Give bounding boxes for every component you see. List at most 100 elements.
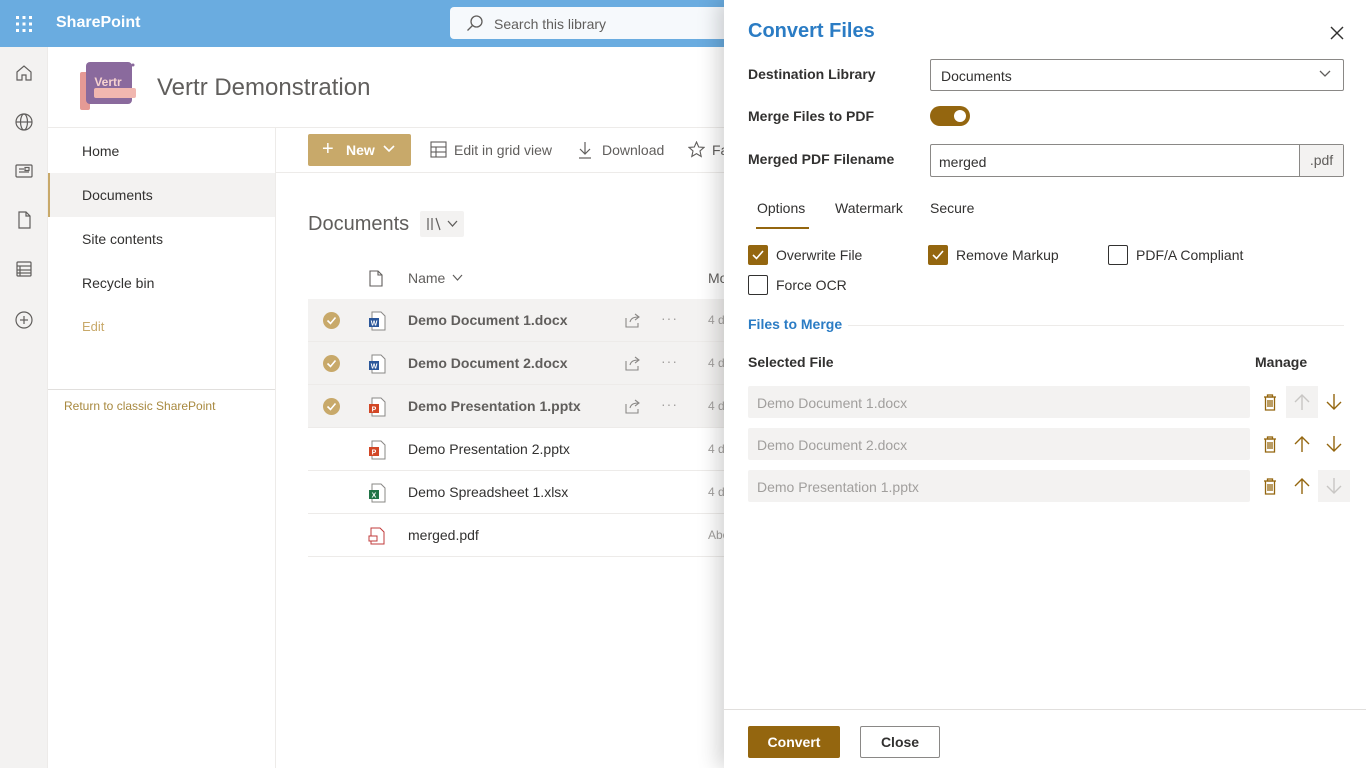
file-name[interactable]: Demo Presentation 2.pptx bbox=[408, 441, 570, 457]
arrow-up-icon[interactable] bbox=[1286, 428, 1318, 460]
filename-suffix: .pdf bbox=[1299, 145, 1343, 176]
svg-text:P: P bbox=[372, 407, 377, 414]
share-icon[interactable] bbox=[624, 355, 641, 371]
word-file-icon: W bbox=[368, 354, 386, 374]
table-row[interactable]: P Demo Presentation 1.pptx ··· 4 d bbox=[308, 385, 736, 428]
search-icon bbox=[467, 15, 483, 31]
force-ocr-label: Force OCR bbox=[776, 277, 847, 293]
command-divider bbox=[276, 172, 736, 173]
close-icon[interactable] bbox=[1328, 24, 1346, 42]
arrow-down-icon[interactable] bbox=[1318, 428, 1350, 460]
chevron-down-icon[interactable] bbox=[452, 274, 463, 282]
force-ocr-checkbox[interactable] bbox=[748, 275, 768, 295]
modified-value: 4 d bbox=[708, 442, 725, 456]
table-row[interactable]: merged.pdf Abo bbox=[308, 514, 736, 557]
merged-filename-field[interactable]: merged .pdf bbox=[930, 144, 1344, 177]
word-file-icon: W bbox=[368, 311, 386, 331]
create-icon[interactable] bbox=[14, 310, 34, 330]
nav-item-site-contents[interactable]: Site contents bbox=[48, 217, 275, 261]
delete-icon[interactable] bbox=[1254, 470, 1286, 502]
section-divider bbox=[848, 325, 1344, 326]
nav-edit-link[interactable]: Edit bbox=[48, 305, 275, 349]
table-row[interactable]: X Demo Spreadsheet 1.xlsx 4 d bbox=[308, 471, 736, 514]
manage-header: Manage bbox=[1255, 354, 1308, 370]
tab-secure[interactable]: Secure bbox=[930, 200, 974, 216]
convert-files-panel: Convert Files Destination Library Docume… bbox=[724, 0, 1366, 768]
arrow-down-icon[interactable] bbox=[1318, 386, 1350, 418]
row-checkmark-icon[interactable] bbox=[323, 312, 340, 329]
more-options-icon[interactable]: ··· bbox=[661, 353, 678, 369]
file-name[interactable]: merged.pdf bbox=[408, 527, 479, 543]
checkmark-icon bbox=[752, 250, 764, 260]
destination-library-value: Documents bbox=[941, 68, 1012, 84]
selected-file-header: Selected File bbox=[748, 354, 834, 370]
view-switcher[interactable] bbox=[420, 211, 464, 237]
delete-icon[interactable] bbox=[1254, 428, 1286, 460]
file-type-header-icon[interactable] bbox=[369, 270, 383, 287]
site-title[interactable]: Vertr Demonstration bbox=[157, 74, 370, 102]
app-launcher-icon[interactable] bbox=[0, 0, 48, 47]
return-classic-link[interactable]: Return to classic SharePoint bbox=[64, 399, 215, 413]
overwrite-file-checkbox[interactable] bbox=[748, 245, 768, 265]
download-button[interactable]: Download bbox=[578, 141, 670, 161]
table-row[interactable]: W Demo Document 2.docx ··· 4 d bbox=[308, 342, 736, 385]
site-logo-text: Vertr bbox=[94, 75, 122, 89]
share-icon[interactable] bbox=[624, 398, 641, 414]
ppt-file-icon: P bbox=[368, 397, 386, 417]
merge-file-name: Demo Document 2.docx bbox=[757, 437, 908, 453]
svg-text:X: X bbox=[372, 493, 377, 500]
home-icon[interactable] bbox=[14, 63, 34, 83]
merge-file-name: Demo Presentation 1.pptx bbox=[757, 479, 919, 495]
file-icon[interactable] bbox=[14, 210, 34, 230]
table-row[interactable]: W Demo Document 1.docx ··· 4 d bbox=[308, 299, 736, 342]
news-icon[interactable] bbox=[14, 161, 34, 181]
row-checkmark-icon[interactable] bbox=[323, 355, 340, 372]
merge-file-field: Demo Document 1.docx bbox=[748, 386, 1250, 418]
share-icon[interactable] bbox=[624, 312, 641, 328]
close-button[interactable]: Close bbox=[860, 726, 940, 758]
more-options-icon[interactable]: ··· bbox=[661, 310, 678, 326]
nav-item-documents[interactable]: Documents bbox=[48, 173, 275, 217]
brand-name[interactable]: SharePoint bbox=[56, 14, 140, 32]
tab-options[interactable]: Options bbox=[757, 200, 805, 216]
edit-grid-view-button[interactable]: Edit in grid view bbox=[430, 141, 560, 161]
new-button[interactable]: + New bbox=[308, 134, 411, 166]
search-box[interactable]: Search this library bbox=[450, 7, 750, 39]
footer-divider bbox=[724, 709, 1366, 710]
pdfa-compliant-checkbox[interactable] bbox=[1108, 245, 1128, 265]
svg-text:P: P bbox=[372, 450, 377, 457]
merge-files-toggle[interactable] bbox=[930, 106, 970, 126]
file-name[interactable]: Demo Document 1.docx bbox=[408, 312, 567, 328]
svg-text:W: W bbox=[371, 321, 378, 328]
app-bar bbox=[0, 47, 48, 768]
site-logo[interactable]: Vertr bbox=[80, 62, 136, 112]
chevron-down-icon bbox=[383, 145, 395, 153]
file-name[interactable]: Demo Document 2.docx bbox=[408, 355, 567, 371]
list-icon[interactable] bbox=[14, 259, 34, 279]
arrow-up-icon[interactable] bbox=[1286, 386, 1318, 418]
more-options-icon[interactable]: ··· bbox=[661, 396, 678, 412]
star-icon bbox=[688, 141, 705, 158]
arrow-down-icon[interactable] bbox=[1318, 470, 1350, 502]
svg-text:W: W bbox=[371, 364, 378, 371]
remove-markup-checkbox[interactable] bbox=[928, 245, 948, 265]
table-row[interactable]: P Demo Presentation 2.pptx 4 d bbox=[308, 428, 736, 471]
globe-icon[interactable] bbox=[14, 112, 34, 132]
pdf-file-icon bbox=[368, 526, 386, 546]
row-checkmark-icon[interactable] bbox=[323, 398, 340, 415]
panel-title: Convert Files bbox=[748, 20, 875, 42]
file-name[interactable]: Demo Spreadsheet 1.xlsx bbox=[408, 484, 568, 500]
edit-grid-view-label: Edit in grid view bbox=[454, 142, 553, 158]
file-name[interactable]: Demo Presentation 1.pptx bbox=[408, 398, 581, 414]
tab-watermark[interactable]: Watermark bbox=[835, 200, 903, 216]
convert-button[interactable]: Convert bbox=[748, 726, 840, 758]
nav-item-recycle-bin[interactable]: Recycle bin bbox=[48, 261, 275, 305]
column-name-header[interactable]: Name bbox=[408, 270, 445, 286]
destination-library-dropdown[interactable]: Documents bbox=[930, 59, 1344, 91]
library-view-icon bbox=[427, 217, 441, 231]
delete-icon[interactable] bbox=[1254, 386, 1286, 418]
active-tab-indicator bbox=[756, 227, 809, 229]
nav-item-home[interactable]: Home bbox=[48, 129, 275, 173]
pdfa-compliant-label: PDF/A Compliant bbox=[1136, 247, 1244, 263]
arrow-up-icon[interactable] bbox=[1286, 470, 1318, 502]
